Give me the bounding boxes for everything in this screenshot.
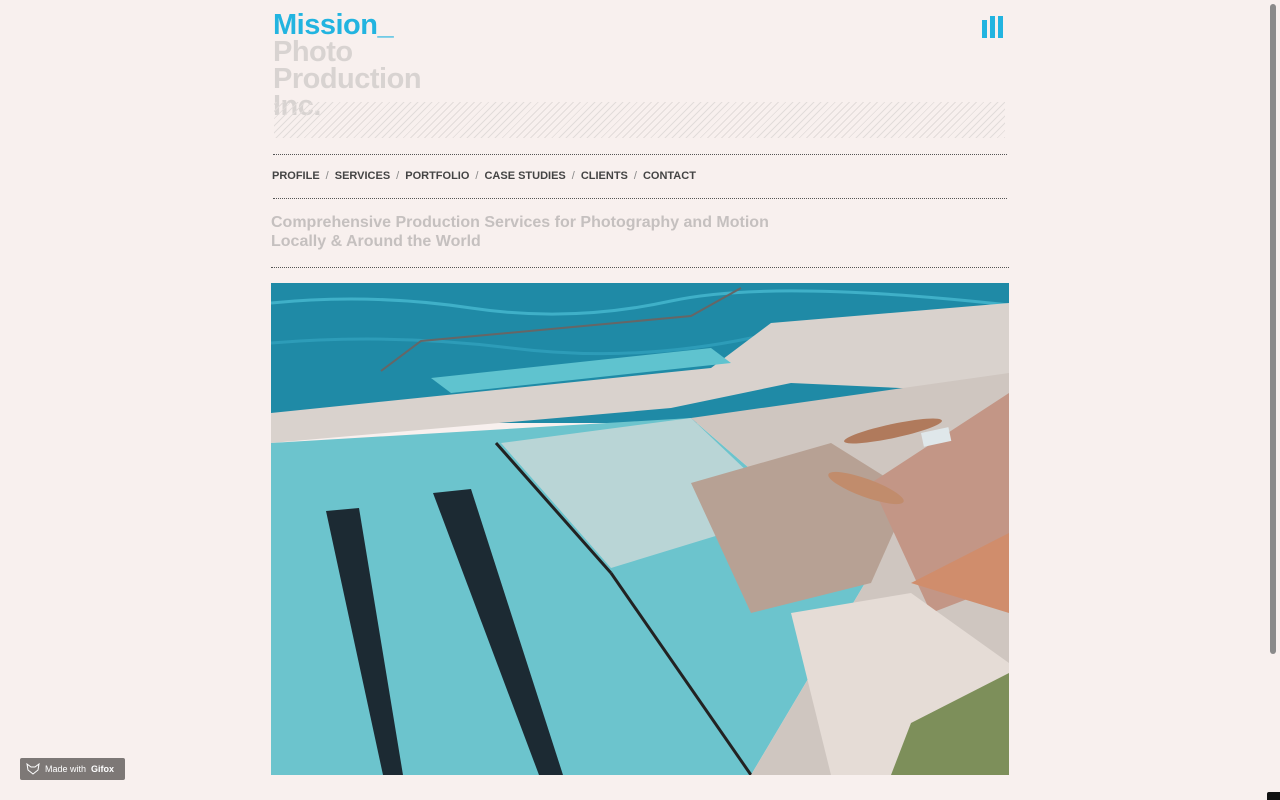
nav-item-case-studies[interactable]: CASE STUDIES [484, 170, 565, 182]
logo-line-mission: Mission_ [273, 9, 394, 41]
scrollbar[interactable] [1270, 4, 1276, 654]
nav-separator: / [571, 170, 575, 182]
nav-item-services[interactable]: SERVICES [335, 170, 390, 182]
nav-separator: / [396, 170, 400, 182]
nav-item-portfolio[interactable]: PORTFOLIO [405, 170, 469, 182]
tagline-line-1: Comprehensive Production Services for Ph… [271, 214, 769, 231]
bar [990, 16, 995, 38]
divider [271, 267, 1009, 268]
nav-item-clients[interactable]: CLIENTS [581, 170, 628, 182]
nav-item-contact[interactable]: CONTACT [643, 170, 696, 182]
hero-photo-illustration [271, 283, 1009, 775]
logo-line-production: Production [273, 63, 422, 95]
logo-line-photo: Photo [273, 36, 353, 68]
bar [982, 20, 987, 38]
divider [273, 198, 1007, 199]
hatch-banner [274, 102, 1005, 138]
badge-brand: Gifox [91, 764, 115, 774]
nav-separator: / [633, 170, 637, 182]
nav-separator: / [325, 170, 329, 182]
corner-icon [1267, 792, 1280, 800]
tagline: Comprehensive Production Services for Ph… [271, 213, 769, 251]
bars-icon[interactable] [982, 16, 1006, 38]
tagline-line-2: Locally & Around the World [271, 233, 481, 250]
page: Mission_ Photo Production Inc. PROFILE /… [0, 0, 1280, 800]
gifox-badge[interactable]: Made with Gifox [20, 758, 125, 780]
divider [273, 154, 1007, 155]
hero-photo[interactable] [271, 283, 1009, 775]
fox-icon [26, 763, 40, 775]
nav-item-profile[interactable]: PROFILE [272, 170, 320, 182]
bar [998, 16, 1003, 38]
nav-separator: / [475, 170, 479, 182]
badge-prefix: Made with [45, 764, 87, 774]
main-nav: PROFILE / SERVICES / PORTFOLIO / CASE ST… [272, 170, 696, 182]
